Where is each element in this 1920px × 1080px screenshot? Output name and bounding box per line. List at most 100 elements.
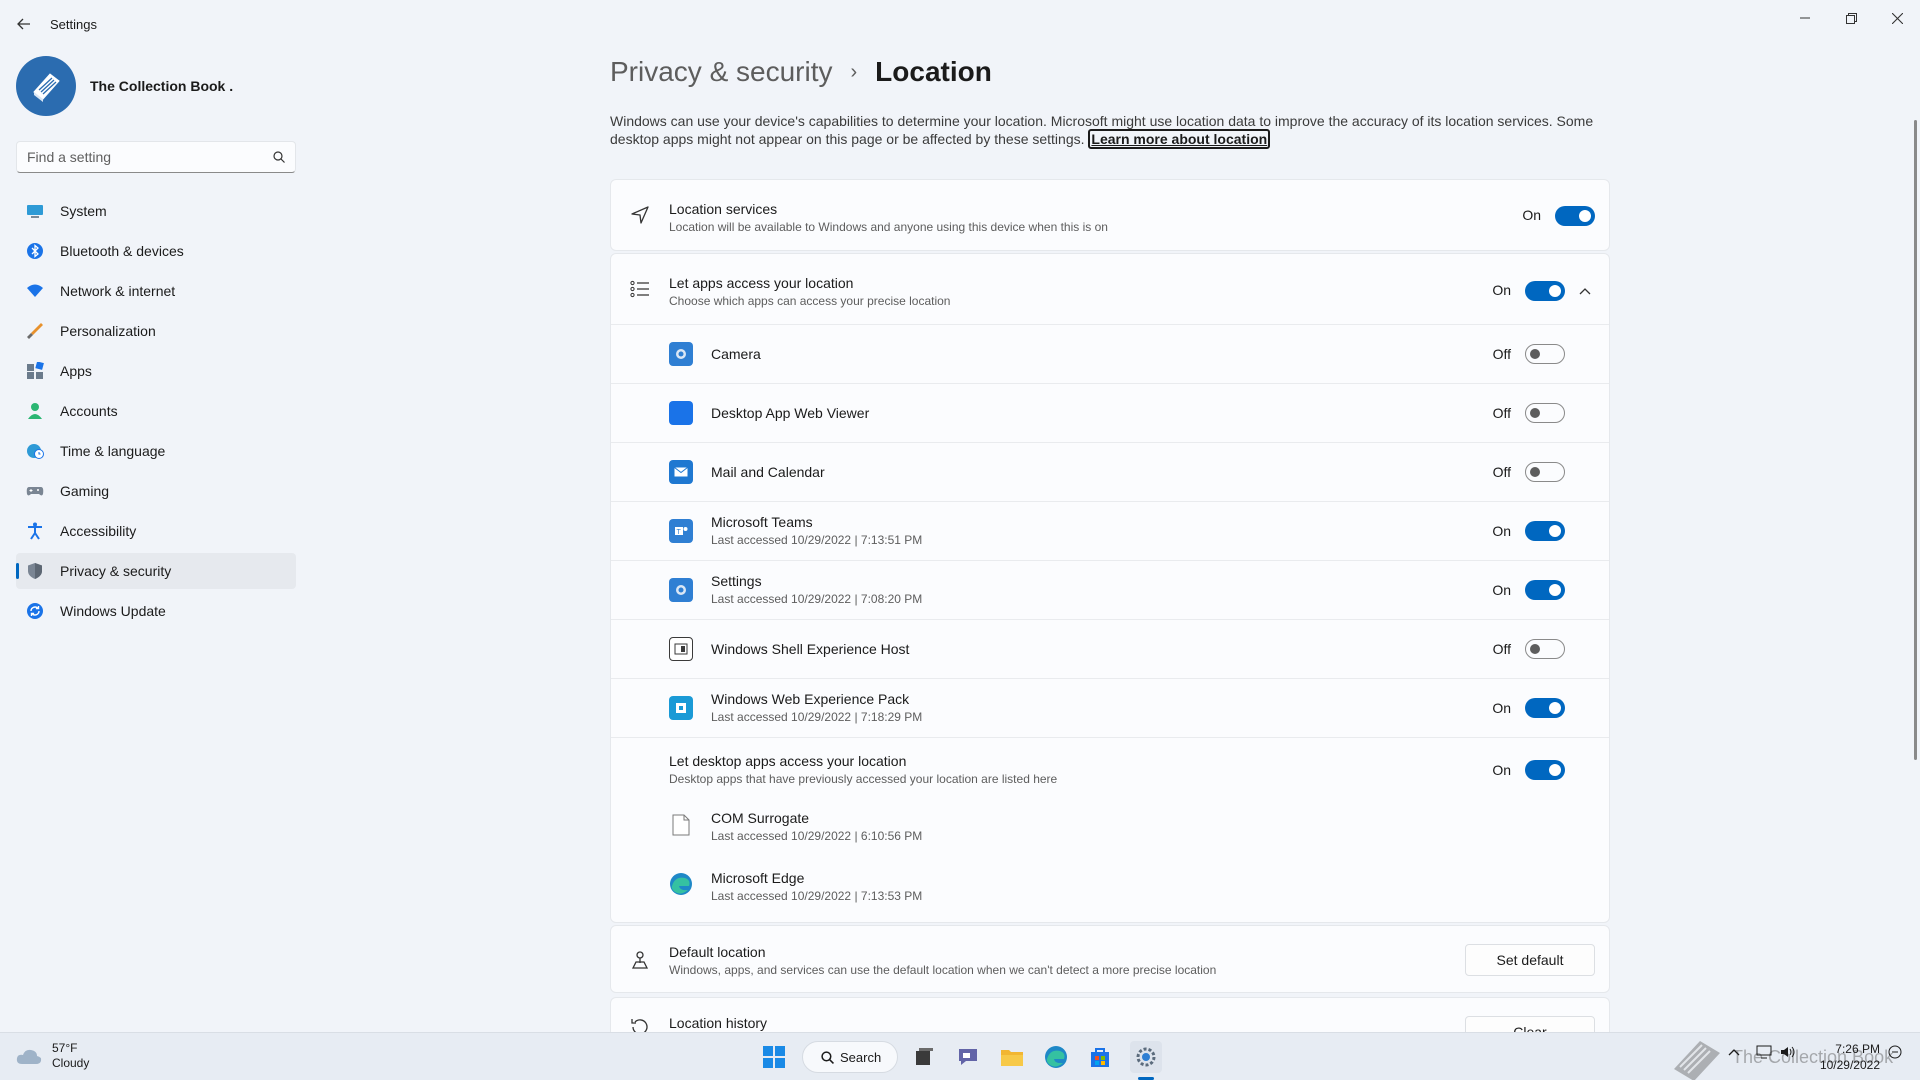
shell-host-app-icon	[669, 637, 693, 661]
apps-access-state: On	[1492, 282, 1511, 298]
clock-time: 7:26 PM	[1835, 1042, 1880, 1056]
location-services-card: Location services Location will be avail…	[610, 179, 1610, 251]
sidebar-item-label: Accessibility	[60, 523, 137, 539]
map-pin-icon	[629, 949, 651, 971]
title-bar: Settings	[0, 0, 1920, 46]
sidebar-item-apps[interactable]: Apps	[16, 353, 296, 389]
app-toggle-web-viewer[interactable]	[1525, 403, 1565, 423]
chevron-up-tray-icon[interactable]	[1728, 1045, 1740, 1059]
svg-text:T: T	[677, 529, 682, 536]
location-arrow-icon	[629, 204, 651, 226]
default-location-title: Default location	[669, 944, 766, 960]
app-toggle-mail[interactable]	[1525, 462, 1565, 482]
sidebar-item-accessibility[interactable]: Accessibility	[16, 513, 296, 549]
back-arrow-icon[interactable]	[12, 12, 36, 36]
location-services-state: On	[1522, 207, 1541, 223]
volume-tray-icon[interactable]	[1780, 1045, 1796, 1062]
update-icon	[27, 603, 43, 619]
list-icon	[629, 278, 651, 300]
chat-icon[interactable]	[952, 1041, 984, 1073]
network-tray-icon[interactable]	[1756, 1045, 1772, 1062]
bluetooth-icon	[27, 243, 43, 259]
sidebar-item-gaming[interactable]: Gaming	[16, 473, 296, 509]
book-watermark-icon	[1674, 1041, 1720, 1080]
app-state: Off	[1492, 405, 1511, 421]
web-viewer-app-icon	[669, 401, 693, 425]
restore-icon[interactable]	[1828, 4, 1874, 32]
notification-icon[interactable]	[1888, 1045, 1902, 1062]
sidebar-item-label: Apps	[60, 363, 92, 379]
apps-access-row[interactable]: Let apps access your location Choose whi…	[611, 254, 1609, 325]
desktop-app-name: Microsoft Edge	[711, 870, 805, 886]
app-state: On	[1492, 523, 1511, 539]
app-state: Off	[1492, 346, 1511, 362]
breadcrumb: Privacy & security › Location	[610, 56, 992, 88]
chevron-up-icon[interactable]	[1577, 283, 1593, 299]
sidebar-item-network[interactable]: Network & internet	[16, 273, 296, 309]
page-title: Location	[875, 56, 992, 87]
desktop-apps-toggle[interactable]	[1525, 760, 1565, 780]
minimize-icon[interactable]	[1782, 4, 1828, 32]
taskbar-search-label: Search	[840, 1049, 882, 1065]
app-last-accessed: Last accessed 10/29/2022 | 7:08:20 PM	[711, 592, 923, 606]
task-view-icon[interactable]	[908, 1041, 940, 1073]
location-services-toggle[interactable]	[1555, 206, 1595, 226]
learn-more-link[interactable]: Learn more about location	[1088, 129, 1271, 149]
sidebar-item-time-language[interactable]: Time & language	[16, 433, 296, 469]
shield-icon	[28, 563, 42, 579]
taskbar-clock[interactable]: 7:26 PM 10/29/2022	[1814, 1041, 1880, 1073]
apps-access-toggle[interactable]	[1525, 281, 1565, 301]
edge-browser-icon[interactable]	[1040, 1041, 1072, 1073]
clock-date: 10/29/2022	[1819, 1058, 1880, 1072]
app-toggle-shell-host[interactable]	[1525, 639, 1565, 659]
weather-widget[interactable]: 57°F Cloudy	[16, 1041, 89, 1071]
app-last-accessed: Last accessed 10/29/2022 | 7:13:51 PM	[711, 533, 923, 547]
app-name: Mail and Calendar	[711, 464, 825, 480]
search-input[interactable]	[27, 149, 273, 165]
store-icon[interactable]	[1084, 1041, 1116, 1073]
app-name: Windows Web Experience Pack	[711, 691, 910, 707]
sidebar-item-personalization[interactable]: Personalization	[16, 313, 296, 349]
sidebar-item-label: System	[60, 203, 107, 219]
apps-access-title: Let apps access your location	[669, 275, 854, 291]
weather-temperature: 57°F	[52, 1041, 78, 1055]
app-last-accessed: Last accessed 10/29/2022 | 7:18:29 PM	[711, 710, 923, 724]
app-row-web-experience-pack: Windows Web Experience Pack Last accesse…	[611, 679, 1609, 738]
settings-taskbar-icon[interactable]	[1130, 1041, 1162, 1073]
book-logo-icon	[33, 73, 60, 102]
document-file-icon	[669, 813, 693, 837]
vertical-scrollbar[interactable]	[1914, 120, 1917, 760]
search-icon[interactable]	[273, 151, 285, 163]
set-default-button[interactable]: Set default	[1465, 944, 1595, 976]
app-state: On	[1492, 582, 1511, 598]
sidebar-item-privacy-security[interactable]: Privacy & security	[16, 553, 296, 589]
settings-gear-app-icon	[669, 578, 693, 602]
monitor-icon	[27, 205, 43, 218]
default-location-card: Default location Windows, apps, and serv…	[610, 925, 1610, 993]
app-toggle-teams[interactable]	[1525, 521, 1565, 541]
taskbar-search[interactable]: Search	[802, 1041, 898, 1073]
wifi-icon	[27, 284, 43, 297]
sidebar-item-system[interactable]: System	[16, 193, 296, 229]
desktop-app-name: COM Surrogate	[711, 810, 810, 826]
user-profile[interactable]: The Collection Book .	[16, 56, 233, 116]
sidebar-item-bluetooth[interactable]: Bluetooth & devices	[16, 233, 296, 269]
app-toggle-settings[interactable]	[1525, 580, 1565, 600]
sidebar-item-label: Gaming	[60, 483, 110, 499]
sidebar-item-accounts[interactable]: Accounts	[16, 393, 296, 429]
sidebar-item-label: Personalization	[60, 323, 156, 339]
start-windows-icon[interactable]	[758, 1041, 790, 1073]
breadcrumb-parent[interactable]: Privacy & security	[610, 56, 833, 88]
globe-clock-icon	[27, 444, 44, 459]
close-icon[interactable]	[1874, 4, 1920, 32]
app-toggle-camera[interactable]	[1525, 344, 1565, 364]
avatar	[16, 56, 76, 116]
sidebar-nav: System Bluetooth & devices Network & int…	[16, 193, 296, 633]
file-explorer-icon[interactable]	[996, 1041, 1028, 1073]
weather-condition: Cloudy	[52, 1056, 90, 1070]
edge-icon	[669, 872, 693, 896]
sidebar-item-windows-update[interactable]: Windows Update	[16, 593, 296, 629]
desktop-app-last-accessed: Last accessed 10/29/2022 | 6:10:56 PM	[711, 829, 923, 843]
search-field[interactable]	[16, 141, 296, 173]
app-toggle-web-experience[interactable]	[1525, 698, 1565, 718]
